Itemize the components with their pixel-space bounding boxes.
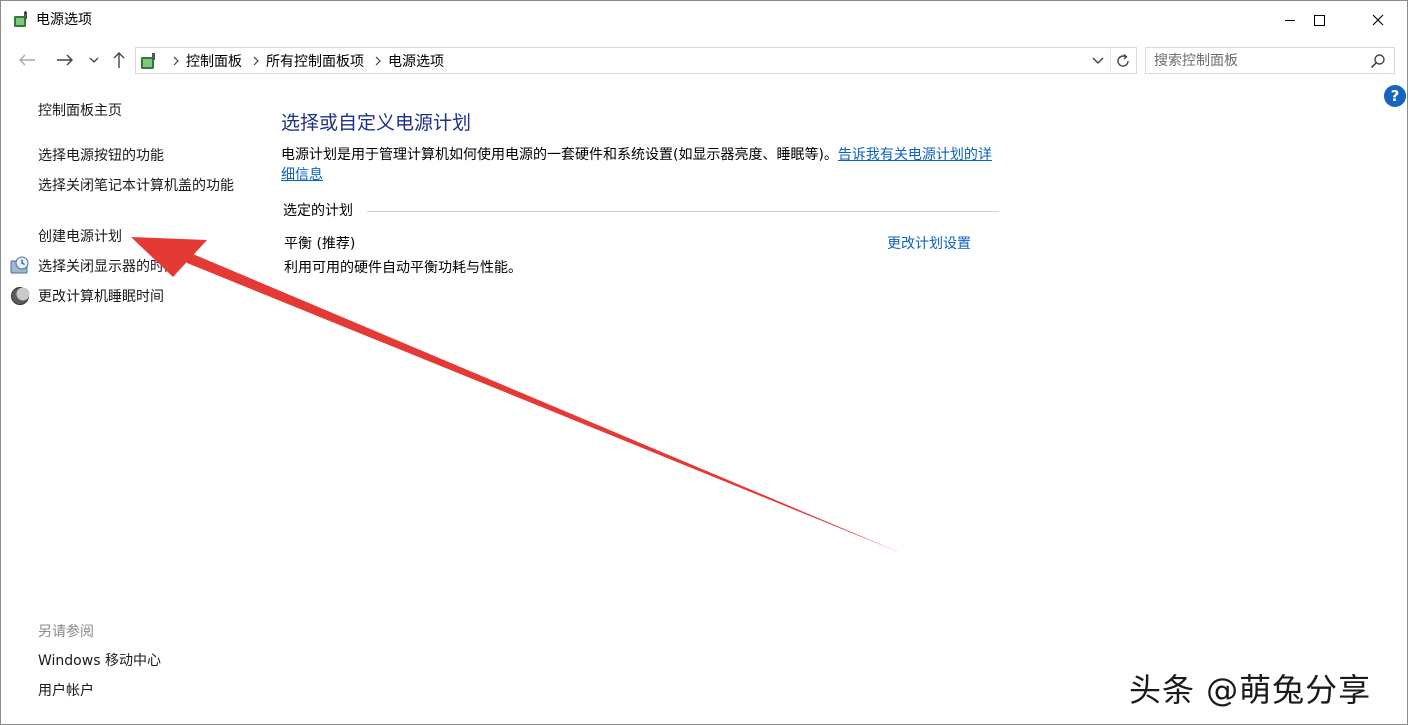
watermark: 头条 @萌兔分享 bbox=[1129, 671, 1372, 709]
user-accounts-link[interactable]: 用户帐户 bbox=[38, 681, 94, 701]
plan-description: 利用可用的硬件自动平衡功耗与性能。 bbox=[284, 260, 522, 276]
search-box[interactable] bbox=[1145, 47, 1395, 74]
breadcrumb: 控制面板 所有控制面板项 电源选项 bbox=[166, 48, 448, 73]
selected-plan-section: 选定的计划 bbox=[283, 201, 999, 221]
change-plan-settings-link[interactable]: 更改计划设置 bbox=[887, 234, 971, 254]
forward-button[interactable] bbox=[51, 47, 79, 73]
recent-locations-button[interactable] bbox=[85, 47, 103, 73]
refresh-button[interactable] bbox=[1110, 48, 1134, 73]
help-button[interactable]: ? bbox=[1384, 85, 1406, 107]
breadcrumb-all-items[interactable]: 所有控制面板项 bbox=[266, 51, 364, 71]
close-icon bbox=[1372, 14, 1384, 26]
display-off-time-link[interactable]: 选择关闭显示器的时间 bbox=[38, 257, 178, 277]
arrow-up-icon bbox=[113, 52, 125, 68]
annotation-arrow bbox=[131, 237, 901, 553]
lid-close-function-link[interactable]: 选择关闭笔记本计算机盖的功能 bbox=[38, 176, 243, 196]
section-label: 选定的计划 bbox=[283, 201, 363, 221]
arrow-shaft bbox=[181, 249, 901, 553]
plan-name: 平衡 (推荐) bbox=[284, 236, 356, 252]
maximize-icon bbox=[1314, 15, 1325, 26]
see-also-label: 另请参阅 bbox=[38, 624, 94, 640]
power-options-icon bbox=[14, 11, 27, 27]
sleep-moon-icon bbox=[11, 287, 30, 305]
search-input[interactable] bbox=[1154, 51, 1364, 71]
title-bar: 电源选项 bbox=[1, 1, 1407, 39]
section-divider bbox=[367, 211, 999, 212]
sleep-time-link[interactable]: 更改计算机睡眠时间 bbox=[38, 287, 164, 307]
page-description: 电源计划是用于管理计算机如何使用电源的一套硬件和系统设置(如显示器亮度、睡眠等)… bbox=[281, 145, 1001, 185]
display-timer-icon bbox=[10, 256, 29, 274]
create-power-plan-link[interactable]: 创建电源计划 bbox=[38, 227, 122, 247]
power-options-icon bbox=[141, 53, 155, 69]
chevron-down-icon bbox=[1092, 57, 1104, 64]
description-text: 电源计划是用于管理计算机如何使用电源的一套硬件和系统设置(如显示器亮度、睡眠等)… bbox=[281, 147, 838, 163]
chevron-right-icon[interactable] bbox=[246, 48, 266, 73]
address-bar[interactable]: 控制面板 所有控制面板项 电源选项 bbox=[135, 47, 1137, 74]
arrow-left-icon bbox=[19, 54, 35, 66]
refresh-icon bbox=[1116, 53, 1129, 67]
chevron-right-icon[interactable] bbox=[166, 48, 186, 73]
breadcrumb-control-panel[interactable]: 控制面板 bbox=[186, 51, 242, 71]
windows-mobility-center-link[interactable]: Windows 移动中心 bbox=[38, 651, 161, 671]
maximize-button[interactable] bbox=[1290, 1, 1348, 39]
search-icon[interactable] bbox=[1370, 53, 1386, 69]
address-dropdown-button[interactable] bbox=[1088, 48, 1108, 73]
power-button-function-link[interactable]: 选择电源按钮的功能 bbox=[38, 146, 164, 166]
chevron-right-icon[interactable] bbox=[368, 48, 388, 73]
arrow-right-icon bbox=[57, 54, 73, 66]
power-options-window: 电源选项 控制面板 所有控制面板项 电源选项 搜索控制面板 ? 控制面板主页 选… bbox=[0, 0, 1408, 725]
page-title: 选择或自定义电源计划 bbox=[281, 112, 472, 134]
chevron-down-icon bbox=[89, 57, 99, 63]
window-title: 电源选项 bbox=[36, 12, 92, 28]
breadcrumb-power-options[interactable]: 电源选项 bbox=[388, 51, 444, 71]
close-button[interactable] bbox=[1349, 1, 1407, 39]
back-button[interactable] bbox=[13, 47, 41, 73]
control-panel-home-link[interactable]: 控制面板主页 bbox=[38, 101, 122, 121]
up-button[interactable] bbox=[107, 47, 131, 73]
